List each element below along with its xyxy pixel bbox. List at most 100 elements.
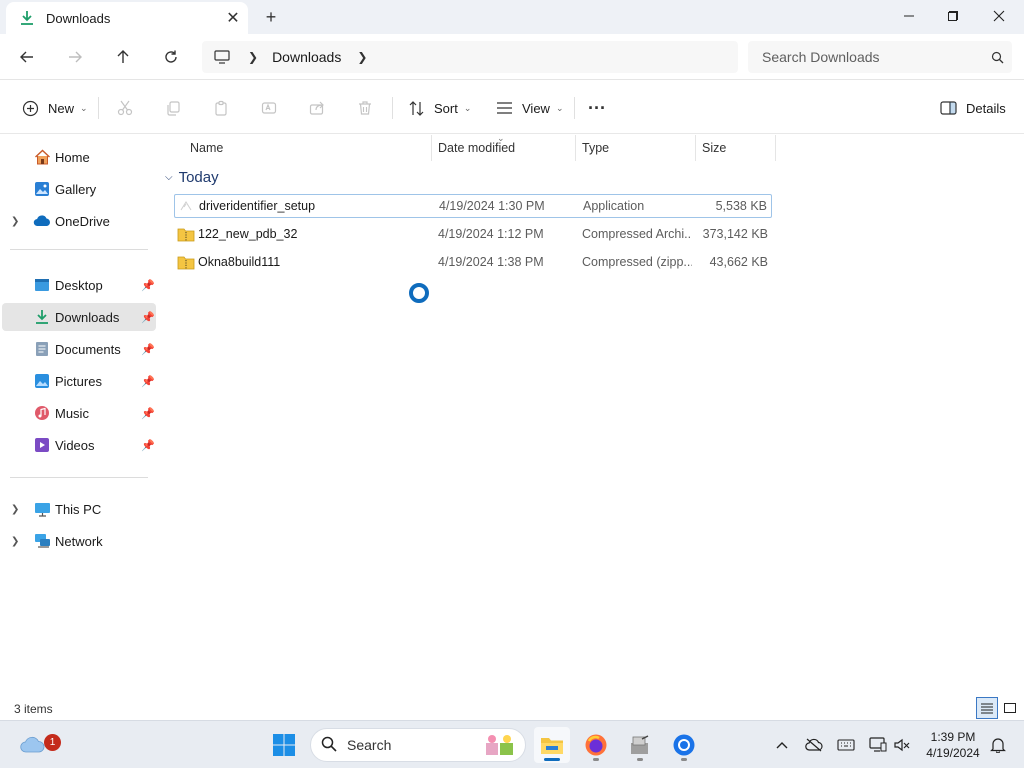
- table-row[interactable]: driveridentifier_setup 4/19/2024 1:30 PM…: [174, 194, 772, 218]
- chevron-right-icon[interactable]: ❯: [11, 216, 19, 227]
- busy-cursor-icon: [409, 283, 429, 303]
- chevron-up-icon[interactable]: [770, 733, 794, 757]
- pin-icon[interactable]: 📌: [141, 407, 155, 420]
- file-list-pane: Name Date modified ⌄ Type Size ⌵ Today d…: [157, 133, 1024, 690]
- back-button[interactable]: [10, 42, 44, 72]
- display-icon[interactable]: [866, 733, 890, 757]
- delete-icon[interactable]: [350, 93, 380, 123]
- file-size: 373,142 KB: [702, 227, 768, 241]
- taskbar-file-explorer[interactable]: [534, 727, 570, 763]
- chevron-down-icon: ⌄: [463, 102, 472, 113]
- sidebar-item-onedrive[interactable]: ❯ OneDrive: [2, 207, 156, 235]
- pictures-icon: [33, 372, 51, 390]
- notification-bell-icon[interactable]: [986, 733, 1010, 757]
- new-label: New: [48, 100, 75, 116]
- column-header-name[interactable]: Name: [182, 135, 432, 161]
- divider: [574, 97, 575, 119]
- details-view-button[interactable]: [976, 697, 998, 719]
- cloud-offline-icon[interactable]: [802, 733, 826, 757]
- new-button[interactable]: New ⌄: [20, 93, 88, 123]
- sidebar-item-home[interactable]: Home: [2, 143, 156, 171]
- cloud-icon: [33, 212, 51, 230]
- speaker-muted-icon[interactable]: [890, 733, 914, 757]
- notification-badge: 1: [44, 734, 61, 751]
- chevron-right-icon[interactable]: ❯: [357, 50, 367, 64]
- search-input[interactable]: [762, 49, 982, 65]
- application-file-icon: [178, 198, 196, 214]
- breadcrumb-downloads[interactable]: Downloads: [272, 49, 341, 65]
- refresh-button[interactable]: [154, 42, 188, 72]
- sidebar-item-network[interactable]: ❯ Network: [2, 527, 156, 555]
- rename-icon[interactable]: [254, 93, 284, 123]
- file-name: Okna8build111: [198, 255, 281, 269]
- pin-icon[interactable]: 📌: [141, 375, 155, 388]
- pin-icon[interactable]: 📌: [141, 343, 155, 356]
- new-tab-button[interactable]: +: [258, 4, 284, 30]
- up-button[interactable]: [106, 42, 140, 72]
- pin-icon[interactable]: 📌: [141, 311, 155, 324]
- taskbar-search[interactable]: Search: [310, 728, 526, 762]
- sidebar-item-downloads[interactable]: Downloads 📌: [2, 303, 156, 331]
- forward-button[interactable]: [58, 42, 92, 72]
- item-count: 3 items: [14, 702, 53, 716]
- command-bar: New ⌄ Sort ⌄ View ⌄ ··· Details: [0, 81, 1024, 134]
- column-header-size[interactable]: Size: [696, 135, 776, 161]
- taskbar-chrome[interactable]: [666, 727, 702, 763]
- sort-descending-icon: ⌄: [497, 133, 505, 143]
- sidebar-item-documents[interactable]: Documents 📌: [2, 335, 156, 363]
- table-row[interactable]: Okna8build111 4/19/2024 1:38 PM Compress…: [174, 250, 772, 274]
- chevron-right-icon[interactable]: ❯: [11, 536, 19, 547]
- sidebar-item-pictures[interactable]: Pictures 📌: [2, 367, 156, 395]
- file-date: 4/19/2024 1:12 PM: [438, 227, 544, 241]
- download-icon: [18, 9, 36, 27]
- maximize-button[interactable]: [930, 0, 976, 32]
- pin-icon[interactable]: 📌: [141, 279, 155, 292]
- taskbar-installer-app[interactable]: [622, 727, 658, 763]
- search-box[interactable]: [748, 41, 1012, 73]
- title-bar: Downloads ✕ +: [0, 0, 1024, 34]
- table-row[interactable]: 122_new_pdb_32 4/19/2024 1:12 PM Compres…: [174, 222, 772, 246]
- weather-widget[interactable]: 1: [14, 727, 61, 763]
- videos-icon: [33, 436, 51, 454]
- share-icon[interactable]: [302, 93, 332, 123]
- address-bar[interactable]: ❯ Downloads ❯: [202, 41, 738, 73]
- chevron-right-icon[interactable]: ❯: [11, 504, 19, 515]
- sidebar-item-videos[interactable]: Videos 📌: [2, 431, 156, 459]
- pin-icon[interactable]: 📌: [141, 439, 155, 452]
- paste-icon[interactable]: [206, 93, 236, 123]
- file-name: 122_new_pdb_32: [198, 227, 298, 241]
- search-icon: [982, 51, 1012, 64]
- group-header-today[interactable]: ⌵ Today: [165, 169, 219, 186]
- clock-time: 1:39 PM: [930, 730, 976, 744]
- taskbar-firefox[interactable]: [578, 727, 614, 763]
- tab-title: Downloads: [46, 10, 111, 26]
- clock-date: 4/19/2024: [926, 746, 980, 760]
- chevron-right-icon: ❯: [248, 50, 259, 64]
- plus-circle-icon: [20, 98, 40, 118]
- column-header-type[interactable]: Type: [576, 135, 696, 161]
- close-tab-icon[interactable]: ✕: [218, 3, 248, 33]
- taskbar: 1 Search 1:39 PM 4/19/2024: [0, 720, 1024, 768]
- clock[interactable]: 1:39 PM 4/19/2024: [918, 729, 988, 761]
- network-icon: [33, 532, 51, 550]
- minimize-button[interactable]: [886, 0, 932, 32]
- sidebar-item-desktop[interactable]: Desktop 📌: [2, 271, 156, 299]
- sidebar-item-this-pc[interactable]: ❯ This PC: [2, 495, 156, 523]
- keyboard-icon[interactable]: [834, 733, 858, 757]
- sidebar-item-music[interactable]: Music 📌: [2, 399, 156, 427]
- tiles-view-button[interactable]: [999, 697, 1021, 719]
- divider: [10, 249, 148, 250]
- divider: [10, 477, 148, 478]
- close-window-button[interactable]: [976, 0, 1022, 32]
- cut-icon[interactable]: [110, 93, 140, 123]
- start-button[interactable]: [266, 727, 302, 763]
- copy-icon[interactable]: [158, 93, 188, 123]
- sort-button[interactable]: Sort ⌄: [406, 93, 471, 123]
- view-button[interactable]: View ⌄: [494, 93, 564, 123]
- sidebar-item-gallery[interactable]: Gallery: [2, 175, 156, 203]
- music-icon: [33, 404, 51, 422]
- tab-downloads[interactable]: Downloads ✕: [6, 2, 248, 34]
- details-pane-button[interactable]: Details: [938, 93, 1006, 123]
- chevron-down-icon: ⌄: [80, 102, 88, 113]
- more-options-button[interactable]: ···: [588, 93, 606, 123]
